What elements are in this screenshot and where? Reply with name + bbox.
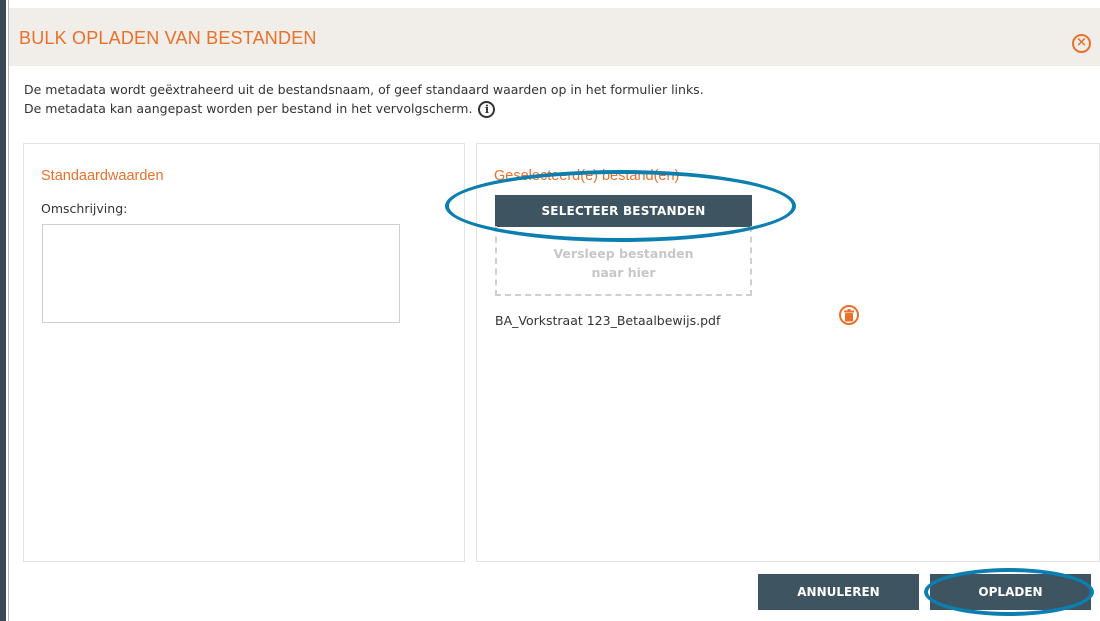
selected-files-panel: Geselecteerd(e) bestand(en) SELECTEER BE… xyxy=(476,143,1100,562)
close-circle-icon[interactable]: × xyxy=(1072,34,1091,53)
selected-files-title: Geselecteerd(e) bestand(en) xyxy=(494,168,680,184)
select-files-button[interactable]: SELECTEER BESTANDEN xyxy=(495,195,752,227)
defaults-panel: Standaardwaarden Omschrijving: xyxy=(23,143,465,562)
file-dropzone[interactable]: Versleep bestanden naar hier xyxy=(495,226,752,296)
file-name: BA_Vorkstraat 123_Betaalbewijs.pdf xyxy=(495,313,721,328)
upload-button[interactable]: OPLADEN xyxy=(930,574,1091,610)
dropzone-line-2: naar hier xyxy=(591,265,656,280)
dropzone-line-1: Versleep bestanden xyxy=(553,246,694,261)
dialog-title: BULK OPLADEN VAN BESTANDEN xyxy=(19,28,317,48)
trash-icon[interactable] xyxy=(839,305,859,325)
backdrop-edge xyxy=(0,0,6,621)
intro-line-2: De metadata kan aangepast worden per bes… xyxy=(24,101,473,116)
cancel-button[interactable]: ANNULEREN xyxy=(758,574,919,610)
dialog-header: BULK OPLADEN VAN BESTANDEN xyxy=(9,8,1100,66)
description-field[interactable] xyxy=(42,224,400,323)
trash-glyph xyxy=(844,309,854,322)
bulk-upload-dialog: BULK OPLADEN VAN BESTANDEN × De metadata… xyxy=(8,0,1100,621)
intro-line-2-wrap: De metadata kan aangepast worden per bes… xyxy=(24,99,704,118)
description-label: Omschrijving: xyxy=(41,201,128,216)
info-circle-icon[interactable]: i xyxy=(478,101,496,118)
defaults-panel-title: Standaardwaarden xyxy=(41,168,164,184)
intro-text: De metadata wordt geëxtraheerd uit de be… xyxy=(24,80,704,118)
intro-line-1: De metadata wordt geëxtraheerd uit de be… xyxy=(24,82,704,97)
